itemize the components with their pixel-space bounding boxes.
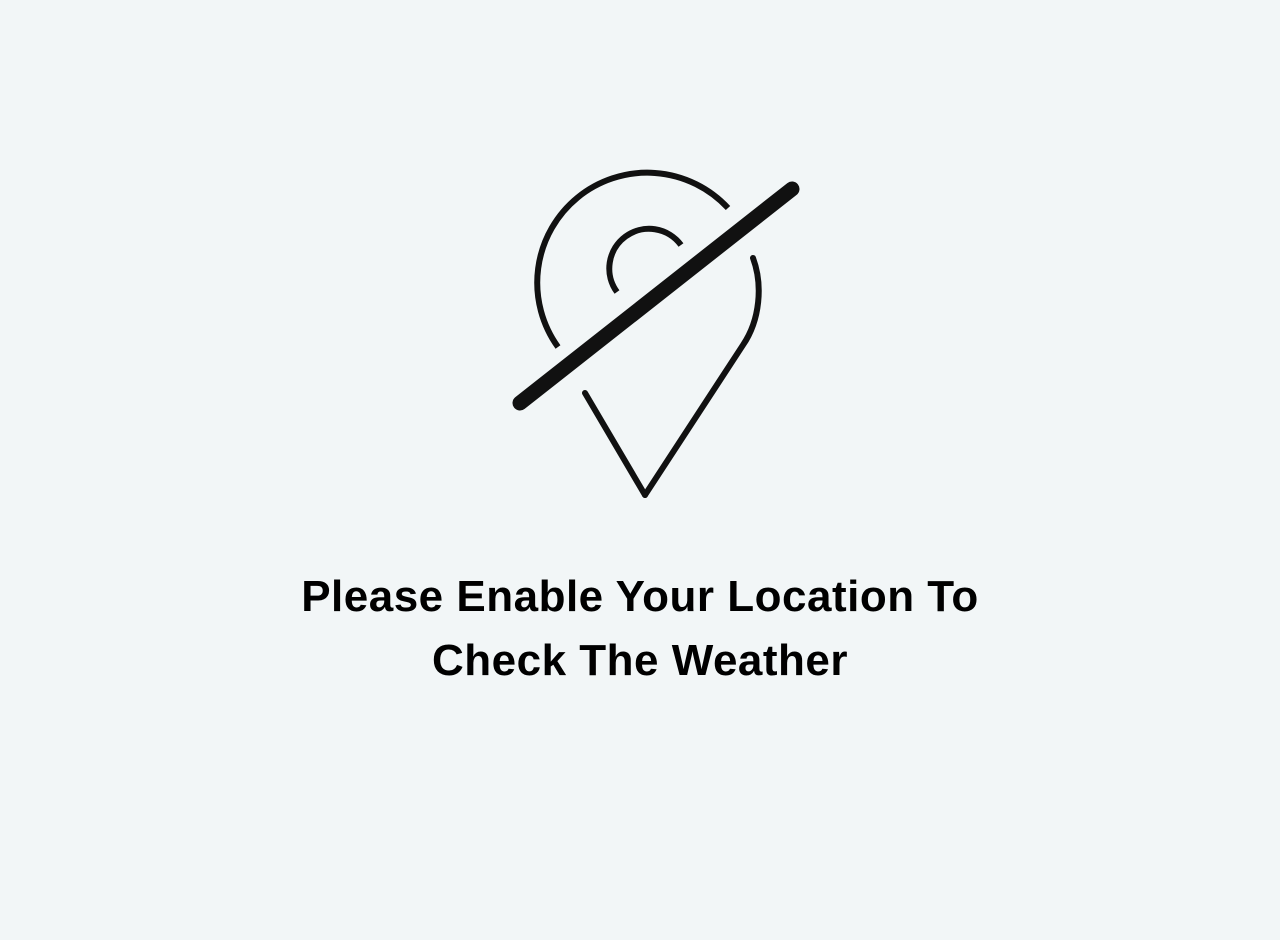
location-disabled-screen: Please Enable Your Location To Check The…: [0, 0, 1280, 940]
location-off-icon: [505, 165, 805, 505]
message-line-2: Check The Weather: [431, 636, 849, 685]
message-line-1: Please Enable Your Location To: [301, 572, 979, 621]
location-disabled-message: Please Enable Your Location To Check The…: [140, 565, 1140, 693]
